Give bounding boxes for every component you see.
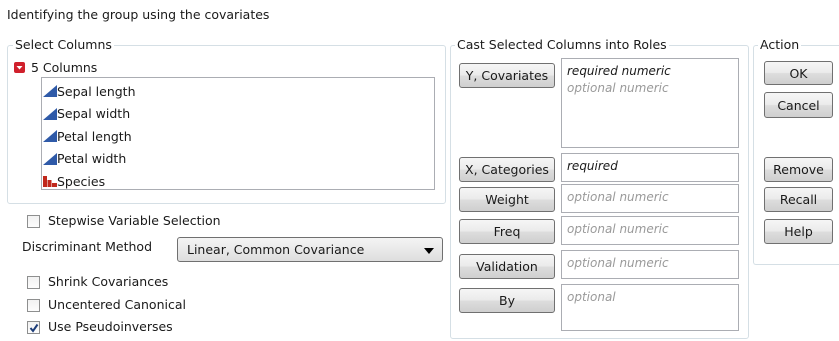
by-optional-hint: optional	[567, 290, 616, 304]
discriminant-method-dropdown[interactable]: Linear, Common Covariance	[177, 237, 443, 262]
by-button[interactable]: By	[459, 288, 555, 313]
freq-optional-hint: optional numeric	[567, 222, 669, 236]
stepwise-checkbox[interactable]	[27, 215, 40, 228]
weight-role-box[interactable]: optional numeric	[561, 184, 739, 213]
help-button[interactable]: Help	[764, 219, 833, 244]
recall-button[interactable]: Recall	[764, 187, 833, 212]
y-covariates-role-box[interactable]: required numeric optional numeric	[561, 58, 739, 148]
column-label: Petal width	[57, 151, 127, 167]
columns-count-label: 5 Columns	[31, 60, 98, 75]
continuous-icon	[43, 130, 57, 143]
column-item-petal-length[interactable]: Petal length	[42, 125, 434, 148]
column-label: Species	[57, 173, 106, 189]
checkmark-icon	[29, 323, 39, 333]
shrink-covariances-checkbox[interactable]	[27, 276, 40, 289]
continuous-icon	[43, 85, 57, 98]
columns-disclosure[interactable]: 5 Columns	[14, 60, 97, 75]
column-label: Petal length	[57, 128, 132, 144]
shrink-covariances-label[interactable]: Shrink Covariances	[48, 274, 168, 289]
cast-roles-title: Cast Selected Columns into Roles	[455, 37, 669, 52]
y-required-hint: required numeric	[567, 64, 671, 78]
x-categories-role-box[interactable]: required	[561, 153, 739, 182]
x-required-hint: required	[567, 159, 618, 173]
stepwise-label[interactable]: Stepwise Variable Selection	[48, 213, 221, 228]
uncentered-canonical-checkbox[interactable]	[27, 299, 40, 312]
column-label: Sepal length	[57, 83, 136, 99]
column-label: Sepal width	[57, 106, 131, 122]
cancel-button[interactable]: Cancel	[764, 92, 833, 118]
weight-optional-hint: optional numeric	[567, 190, 669, 204]
continuous-icon	[43, 152, 57, 165]
validation-role-box[interactable]: optional numeric	[561, 250, 739, 279]
chevron-down-icon	[424, 248, 434, 254]
ok-button[interactable]: OK	[764, 61, 833, 85]
column-item-sepal-width[interactable]: Sepal width	[42, 103, 434, 126]
discriminant-method-label: Discriminant Method	[22, 239, 153, 254]
uncentered-canonical-label[interactable]: Uncentered Canonical	[48, 297, 186, 312]
action-title: Action	[758, 37, 802, 52]
validation-button[interactable]: Validation	[459, 254, 555, 279]
red-triangle-menu-icon[interactable]	[14, 62, 25, 73]
x-categories-button[interactable]: X, Categories	[459, 157, 555, 182]
y-covariates-button[interactable]: Y, Covariates	[459, 63, 555, 88]
y-optional-hint: optional numeric	[567, 81, 669, 95]
select-columns-title: Select Columns	[13, 37, 114, 52]
column-list[interactable]: Sepal length Sepal width Petal length Pe…	[41, 77, 435, 190]
column-item-species[interactable]: Species	[42, 170, 434, 193]
pseudoinverses-checkbox[interactable]	[27, 321, 40, 334]
remove-button[interactable]: Remove	[764, 157, 833, 182]
column-item-petal-width[interactable]: Petal width	[42, 148, 434, 171]
weight-button[interactable]: Weight	[459, 187, 555, 212]
validation-optional-hint: optional numeric	[567, 256, 669, 270]
freq-button[interactable]: Freq	[459, 219, 555, 244]
dialog-title: Identifying the group using the covariat…	[7, 7, 270, 22]
column-item-sepal-length[interactable]: Sepal length	[42, 80, 434, 103]
nominal-icon	[43, 176, 57, 188]
freq-role-box[interactable]: optional numeric	[561, 216, 739, 245]
continuous-icon	[43, 107, 57, 120]
pseudoinverses-label[interactable]: Use Pseudoinverses	[48, 319, 173, 334]
discriminant-method-value: Linear, Common Covariance	[187, 242, 365, 257]
by-role-box[interactable]: optional	[561, 284, 739, 331]
